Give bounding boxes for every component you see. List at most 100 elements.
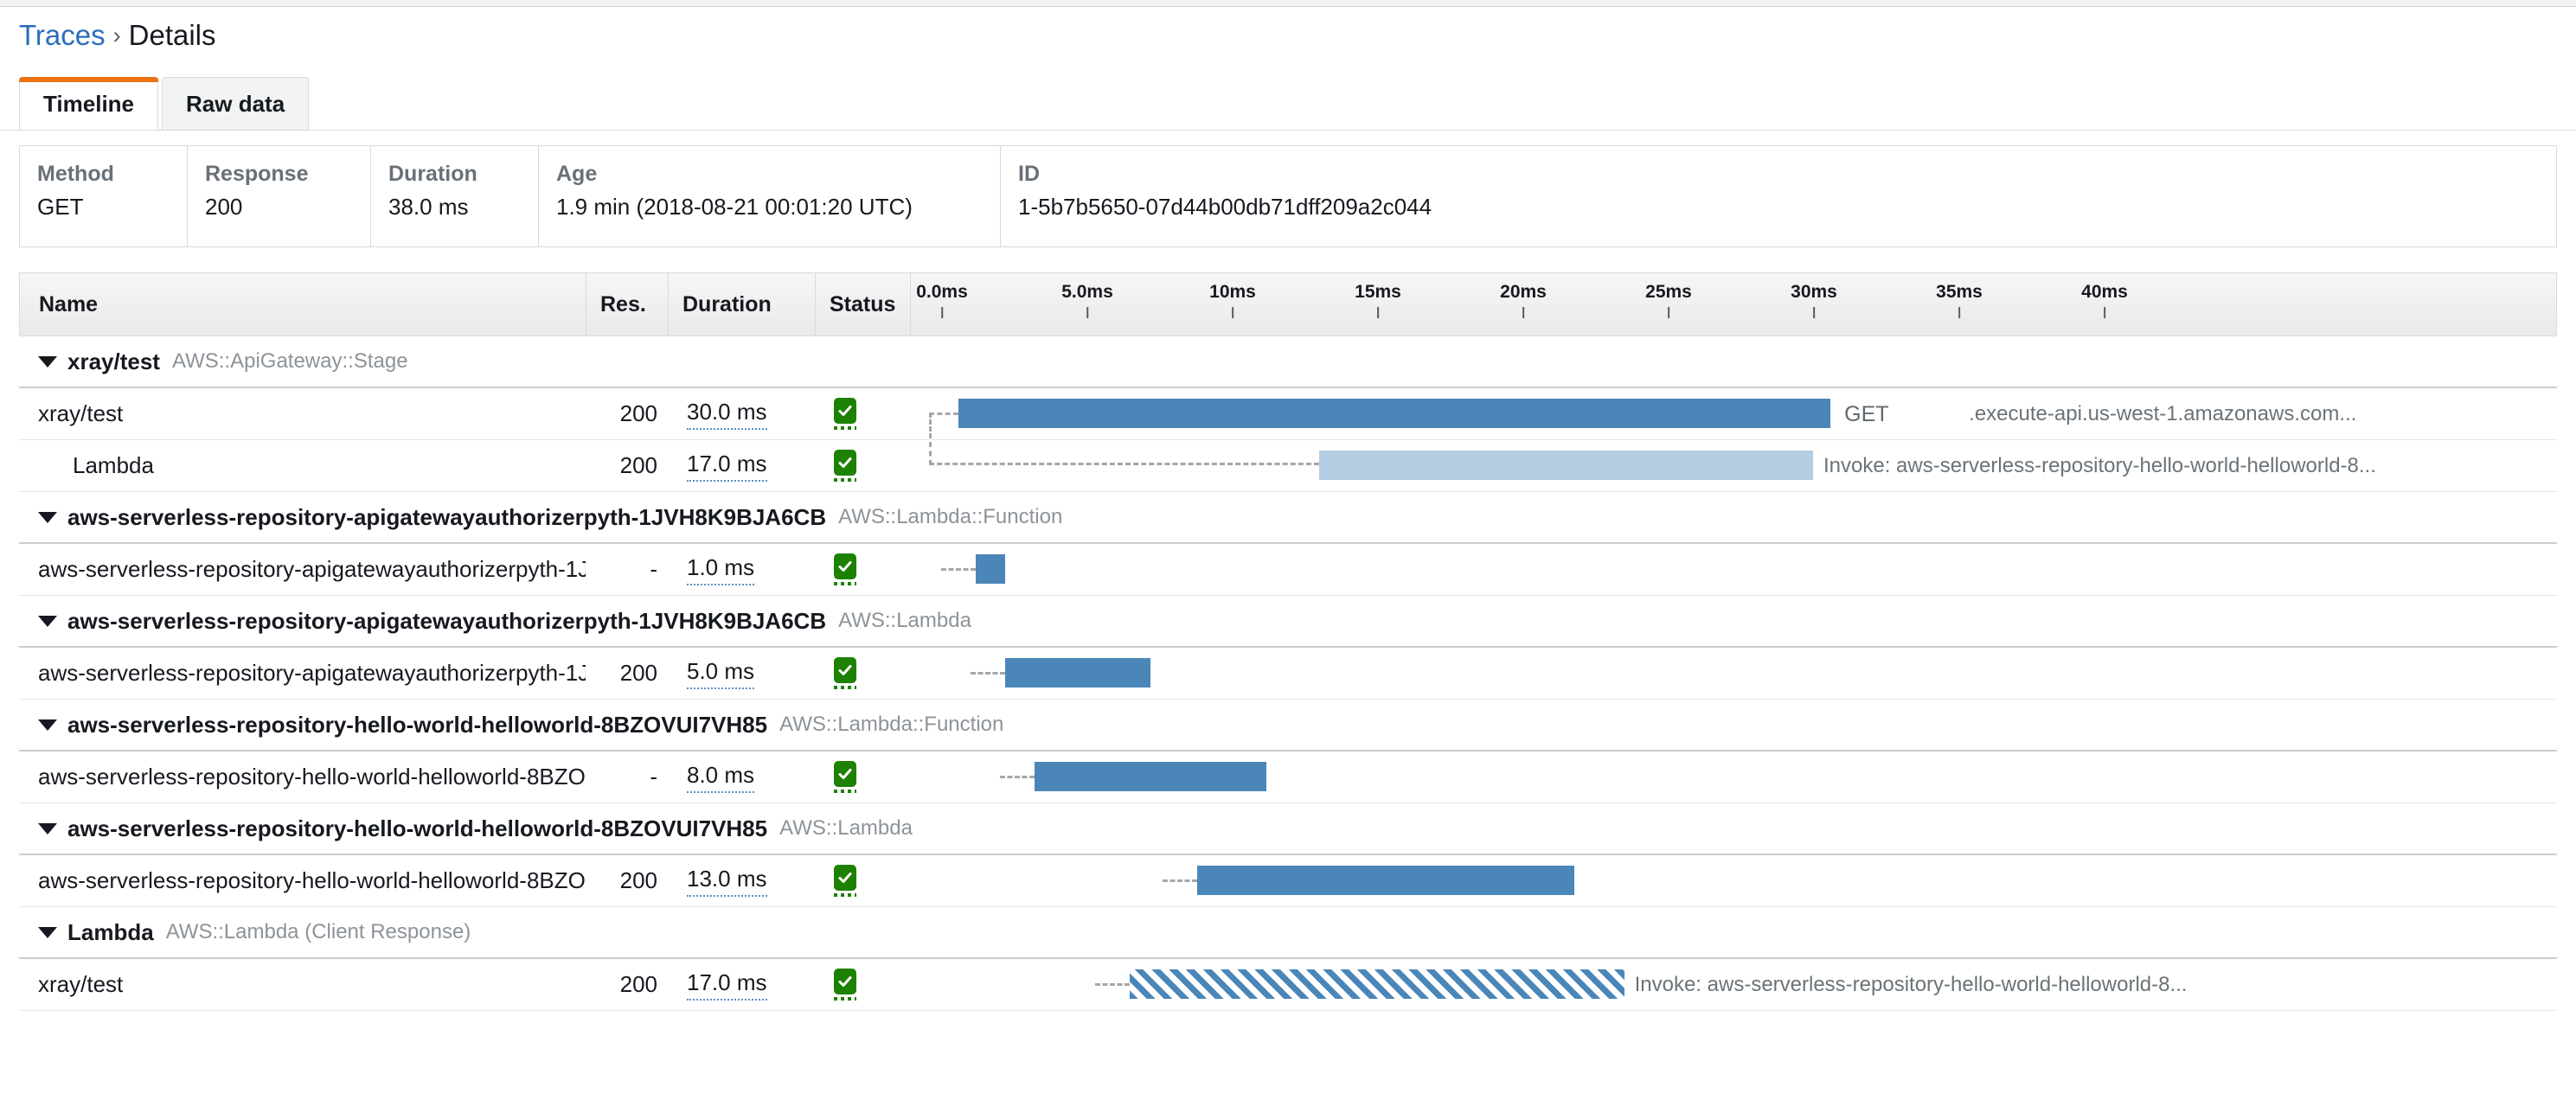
- axis-tick-mark: [2104, 307, 2105, 318]
- row-duration-cell: 13.0 ms: [668, 855, 815, 906]
- row-duration[interactable]: 17.0 ms: [687, 451, 767, 482]
- row-status-cell: [815, 855, 910, 906]
- table-row[interactable]: xray/test 200 30.0 ms GET .execute-api.us-we…: [19, 388, 2557, 440]
- row-timeline-cell: Invoke: aws-serverless-repository-hello-…: [910, 440, 2557, 491]
- segment-group-name: aws-serverless-repository-hello-world-he…: [67, 815, 768, 841]
- row-status-cell: [815, 544, 910, 595]
- check-icon: [834, 450, 856, 476]
- check-icon: [834, 553, 856, 579]
- status-underline: [834, 790, 856, 793]
- row-response-code: 200: [619, 660, 657, 686]
- segment-group-header[interactable]: aws-serverless-repository-apigatewayauth…: [19, 596, 2557, 648]
- tab-raw-data[interactable]: Raw data: [162, 77, 310, 131]
- status-ok-indicator: [834, 865, 856, 897]
- check-icon: [834, 865, 856, 891]
- tab-timeline[interactable]: Timeline: [19, 77, 159, 131]
- column-header-status[interactable]: Status: [816, 273, 911, 336]
- axis-tick-mark: [1522, 307, 1524, 318]
- status-underline: [834, 893, 856, 897]
- row-response-code: 200: [619, 400, 657, 426]
- axis-tick-label: 15ms: [1355, 282, 1401, 302]
- check-icon: [834, 761, 856, 787]
- timeline-connector: [941, 568, 977, 571]
- row-duration-cell: 5.0 ms: [668, 648, 815, 699]
- row-name-cell: aws-serverless-repository-apigatewayauth…: [19, 648, 586, 699]
- caret-down-icon[interactable]: [38, 355, 57, 368]
- tab-raw-data-label: Raw data: [186, 91, 285, 117]
- segment-group-type: AWS::Lambda: [779, 816, 913, 840]
- segment-group-header[interactable]: Lambda AWS::Lambda (Client Response): [19, 907, 2557, 959]
- summary-method-value: GET: [37, 194, 84, 221]
- summary-id-value: 1-5b7b5650-07d44b00db71dff209a2c044: [1018, 194, 1432, 221]
- axis-tick-label: 40ms: [2081, 282, 2128, 302]
- table-row[interactable]: aws-serverless-repository-apigatewayauth…: [19, 648, 2557, 700]
- row-duration[interactable]: 1.0 ms: [687, 554, 755, 585]
- timeline-bar[interactable]: [1004, 658, 1150, 687]
- status-underline: [834, 478, 856, 482]
- segment-group-header[interactable]: aws-serverless-repository-hello-world-he…: [19, 700, 2557, 751]
- caret-down-icon[interactable]: [38, 615, 57, 627]
- breadcrumb-traces-link[interactable]: Traces: [19, 19, 106, 51]
- tab-timeline-label: Timeline: [43, 91, 135, 117]
- caret-down-icon[interactable]: [38, 822, 57, 834]
- status-ok-indicator: [834, 398, 856, 430]
- row-duration[interactable]: 30.0 ms: [687, 399, 767, 430]
- column-header-timeline: 0.0ms 5.0ms 10ms 15ms 20ms 25ms 30ms 35ms 40ms: [911, 273, 2556, 336]
- axis-tick: 5.0ms: [1061, 282, 1113, 318]
- column-header-res[interactable]: Res.: [586, 273, 669, 336]
- timeline-bar[interactable]: [1130, 969, 1624, 999]
- segment-group-type: AWS::Lambda::Function: [838, 505, 1063, 528]
- row-name: xray/test: [38, 971, 124, 997]
- breadcrumb-current: Details: [128, 19, 216, 51]
- timeline-bar[interactable]: [958, 399, 1831, 428]
- timeline-bar[interactable]: [1196, 866, 1575, 895]
- row-duration[interactable]: 13.0 ms: [687, 866, 767, 897]
- status-underline: [834, 582, 856, 585]
- segment-group-header[interactable]: xray/test AWS::ApiGateway::Stage: [19, 336, 2557, 388]
- row-name-cell: Lambda: [19, 440, 586, 491]
- caret-down-icon[interactable]: [38, 511, 57, 523]
- timeline-bar[interactable]: [1034, 762, 1267, 791]
- summary-duration-label: Duration: [388, 162, 477, 186]
- timeline-bar-label: Invoke: aws-serverless-repository-hello-…: [1823, 454, 2376, 477]
- table-header-row: Name Res. Duration Status 0.0ms 5.0ms 10ms…: [19, 272, 2557, 336]
- summary-response-cell: Response 200: [188, 146, 371, 246]
- axis-tick-mark: [940, 307, 943, 318]
- table-row[interactable]: Lambda 200 17.0 ms Invoke: aws-serverless-r…: [19, 440, 2557, 492]
- segment-group-header[interactable]: aws-serverless-repository-apigatewayauth…: [19, 492, 2557, 544]
- timeline-axis: 0.0ms 5.0ms 10ms 15ms 20ms 25ms 30ms 35ms 40ms: [911, 273, 2556, 336]
- axis-tick-mark: [1232, 307, 1234, 318]
- segment-group-name: aws-serverless-repository-apigatewayauth…: [67, 503, 827, 530]
- timeline-connector: [999, 776, 1035, 778]
- axis-tick-mark: [1086, 307, 1088, 318]
- timeline-connector: [970, 672, 1005, 675]
- row-name: aws-serverless-repository-apigatewayauth…: [38, 660, 586, 686]
- column-header-duration[interactable]: Duration: [669, 273, 816, 336]
- summary-method-cell: Method GET: [20, 146, 188, 246]
- segment-group-header[interactable]: aws-serverless-repository-hello-world-he…: [19, 803, 2557, 855]
- table-row[interactable]: aws-serverless-repository-apigatewayauth…: [19, 544, 2557, 596]
- status-underline: [834, 686, 856, 689]
- summary-id-label: ID: [1018, 162, 1040, 186]
- table-row[interactable]: xray/test 200 17.0 ms Invoke: aws-serverles…: [19, 959, 2557, 1011]
- axis-tick-label: 10ms: [1209, 282, 1256, 302]
- column-header-name[interactable]: Name: [20, 273, 586, 336]
- row-status-cell: [815, 751, 910, 802]
- axis-tick-mark: [1668, 307, 1669, 318]
- row-duration[interactable]: 5.0 ms: [687, 658, 755, 689]
- row-name: aws-serverless-repository-hello-world-he…: [38, 764, 586, 790]
- caret-down-icon[interactable]: [38, 926, 57, 938]
- table-row[interactable]: aws-serverless-repository-hello-world-he…: [19, 855, 2557, 907]
- row-duration-cell: 17.0 ms: [668, 440, 815, 491]
- timeline-bar[interactable]: [976, 554, 1005, 584]
- caret-down-icon[interactable]: [38, 719, 57, 731]
- timeline-bar[interactable]: [1318, 451, 1813, 480]
- row-timeline-cell: [910, 751, 2557, 802]
- row-duration[interactable]: 17.0 ms: [687, 969, 767, 1001]
- axis-tick: 20ms: [1500, 282, 1547, 318]
- window-top-strip: [0, 0, 2576, 7]
- table-row[interactable]: aws-serverless-repository-hello-world-he…: [19, 751, 2557, 803]
- axis-tick-mark: [1377, 307, 1379, 318]
- row-duration-cell: 17.0 ms: [668, 959, 815, 1010]
- row-duration[interactable]: 8.0 ms: [687, 762, 755, 793]
